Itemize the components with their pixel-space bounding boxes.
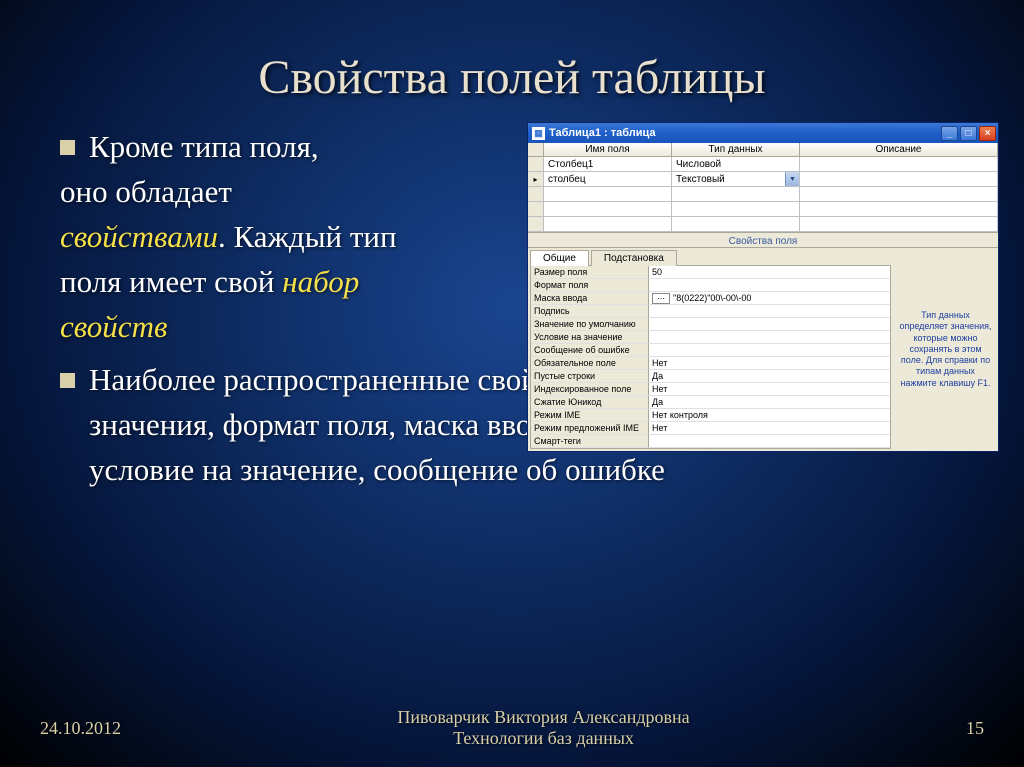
property-row[interactable]: Индексированное полеНет <box>531 383 890 396</box>
property-row[interactable]: Смарт-теги <box>531 435 890 448</box>
property-label: Сжатие Юникод <box>531 396 649 409</box>
property-label: Условие на значение <box>531 331 649 344</box>
property-value[interactable]: Нет <box>649 383 890 396</box>
bullet1-l3b: . Каждый тип <box>218 219 397 254</box>
table-row[interactable] <box>528 202 998 217</box>
property-label: Сообщение об ошибке <box>531 344 649 357</box>
section-label: Свойства поля <box>528 232 998 247</box>
hint-text: Тип данных определяет значения, которые … <box>893 248 998 451</box>
col-data-type[interactable]: Тип данных <box>672 143 800 156</box>
property-value[interactable]: Нет контроля <box>649 409 890 422</box>
property-value[interactable]: Нет <box>649 422 890 435</box>
property-row[interactable]: Маска ввода⋯"8(0222)"00\-00\-00 <box>531 292 890 305</box>
minimize-button[interactable]: _ <box>941 126 958 141</box>
property-row[interactable]: Размер поля50 <box>531 266 890 279</box>
cell-data-type[interactable]: Текстовый ▼ <box>672 172 800 187</box>
property-value[interactable]: Нет <box>649 357 890 370</box>
app-icon: ▦ <box>532 127 545 140</box>
mask-builder-icon[interactable]: ⋯ <box>652 293 670 304</box>
property-value[interactable] <box>649 305 890 318</box>
property-value[interactable] <box>649 318 890 331</box>
tab-lookup[interactable]: Подстановка <box>591 250 677 266</box>
property-row[interactable]: Сообщение об ошибке <box>531 344 890 357</box>
property-row[interactable]: Режим IMEНет контроля <box>531 409 890 422</box>
bullet1-em3: свойств <box>60 309 167 344</box>
property-label: Подпись <box>531 305 649 318</box>
grid-header: Имя поля Тип данных Описание <box>528 143 998 157</box>
maximize-button[interactable]: □ <box>960 126 977 141</box>
footer-page: 15 <box>966 718 984 739</box>
property-value[interactable]: Да <box>649 370 890 383</box>
property-value[interactable] <box>649 435 890 448</box>
dropdown-button[interactable]: ▼ <box>785 172 799 186</box>
property-label: Обязательное поле <box>531 357 649 370</box>
bullet1-em1: свойствами <box>60 219 218 254</box>
property-row[interactable]: Сжатие ЮникодДа <box>531 396 890 409</box>
access-table-designer-window: ▦ Таблица1 : таблица _ □ × Имя поля Тип … <box>527 122 999 452</box>
table-row[interactable] <box>528 217 998 232</box>
bullet-icon <box>60 373 75 388</box>
property-label: Смарт-теги <box>531 435 649 448</box>
property-row[interactable]: Условие на значение <box>531 331 890 344</box>
property-label: Индексированное поле <box>531 383 649 396</box>
col-description[interactable]: Описание <box>800 143 998 156</box>
tab-general[interactable]: Общие <box>530 250 589 266</box>
cell-field-name[interactable]: Столбец1 <box>544 157 672 172</box>
bullet1-l4a: поля имеет свой <box>60 264 282 299</box>
cell-field-name[interactable]: столбец <box>544 172 672 187</box>
property-row[interactable]: Формат поля <box>531 279 890 292</box>
footer-date: 24.10.2012 <box>40 718 121 739</box>
property-label: Режим IME <box>531 409 649 422</box>
footer-author: Пивоварчик Виктория Александровна <box>121 707 966 728</box>
property-row[interactable]: Пустые строкиДа <box>531 370 890 383</box>
property-label: Размер поля <box>531 266 649 279</box>
table-row[interactable]: столбец Текстовый ▼ <box>528 172 998 187</box>
property-value[interactable]: 50 <box>649 266 890 279</box>
property-label: Маска ввода <box>531 292 649 305</box>
property-value[interactable] <box>649 279 890 292</box>
property-value[interactable]: Да <box>649 396 890 409</box>
bullet-icon <box>60 140 75 155</box>
property-grid: Размер поля50Формат поляМаска ввода⋯"8(0… <box>530 265 891 449</box>
window-title: Таблица1 : таблица <box>549 127 941 139</box>
property-value[interactable]: ⋯"8(0222)"00\-00\-00 <box>649 292 890 305</box>
property-label: Формат поля <box>531 279 649 292</box>
table-row[interactable]: Столбец1 Числовой <box>528 157 998 172</box>
bullet1-pre: Кроме типа поля, <box>89 129 319 164</box>
bullet1-em2: набор <box>282 264 359 299</box>
property-row[interactable]: Режим предложений IMEНет <box>531 422 890 435</box>
property-row[interactable]: Подпись <box>531 305 890 318</box>
property-row[interactable]: Значение по умолчанию <box>531 318 890 331</box>
property-label: Режим предложений IME <box>531 422 649 435</box>
bullet1-l2: оно обладает <box>60 174 232 209</box>
row-selector-icon[interactable] <box>528 172 544 187</box>
cell-description[interactable] <box>800 157 998 172</box>
table-row[interactable] <box>528 187 998 202</box>
property-value[interactable] <box>649 331 890 344</box>
slide-title: Свойства полей таблицы <box>0 0 1024 125</box>
footer-subject: Технологии баз данных <box>121 728 966 749</box>
property-label: Пустые строки <box>531 370 649 383</box>
property-row[interactable]: Обязательное полеНет <box>531 357 890 370</box>
titlebar[interactable]: ▦ Таблица1 : таблица _ □ × <box>528 123 998 143</box>
property-value[interactable] <box>649 344 890 357</box>
col-field-name[interactable]: Имя поля <box>544 143 672 156</box>
close-button[interactable]: × <box>979 126 996 141</box>
cell-description[interactable] <box>800 172 998 187</box>
cell-data-type[interactable]: Числовой <box>672 157 800 172</box>
property-label: Значение по умолчанию <box>531 318 649 331</box>
